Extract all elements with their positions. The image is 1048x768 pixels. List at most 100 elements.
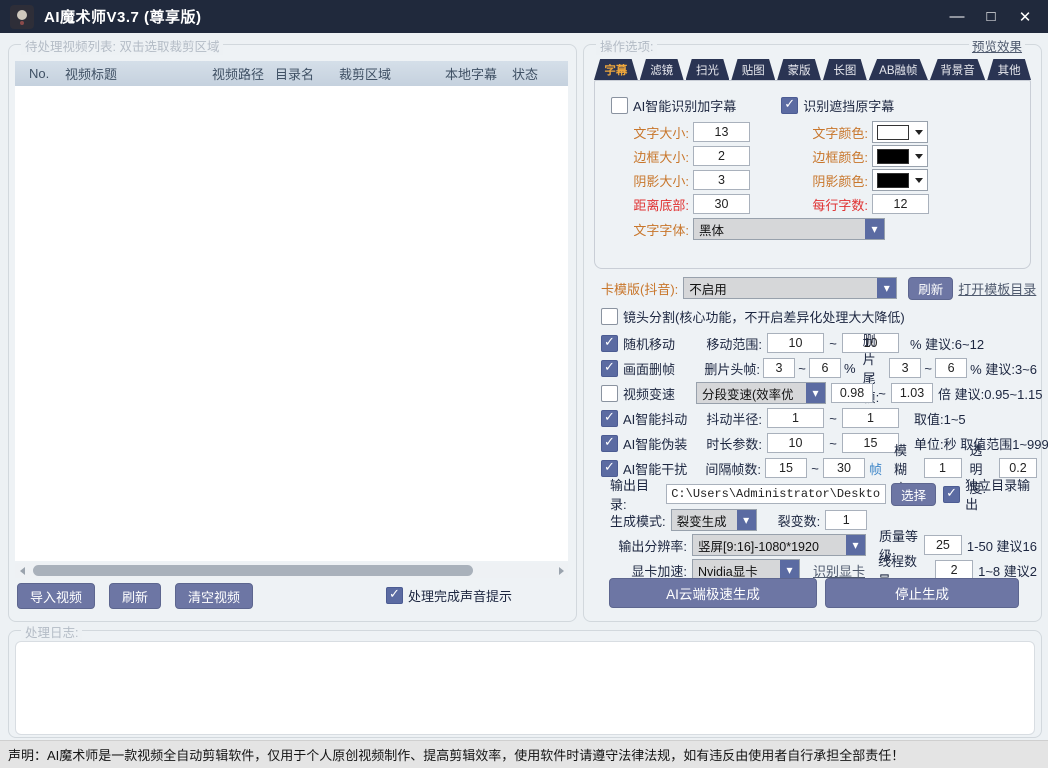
tilde-separator: ~ xyxy=(829,411,837,426)
chevron-down-icon xyxy=(915,154,923,159)
col-dir: 目录名 xyxy=(275,64,339,83)
disclaimer-text: 声明：AI魔术师是一款视频全自动剪辑软件，仅用于个人原创视频制作、提高剪辑效率，… xyxy=(8,745,904,764)
ai-add-subtitle-label: AI智能识别加字幕 xyxy=(633,96,736,115)
tail-frames-to-input[interactable] xyxy=(935,358,967,378)
detect-gpu-link[interactable]: 识别显卡 xyxy=(813,561,865,580)
bottom-distance-input[interactable] xyxy=(693,194,750,214)
scroll-left-arrow-icon[interactable] xyxy=(15,563,29,578)
tab-sweep-light[interactable]: 扫光 xyxy=(686,59,730,80)
tilde-separator: ~ xyxy=(811,461,819,476)
threads-input[interactable] xyxy=(935,560,973,580)
sound-alert-checkbox[interactable] xyxy=(386,587,403,604)
border-size-input[interactable] xyxy=(693,146,750,166)
options-tab-bar: 字幕 滤镜 扫光 贴图 蒙版 长图 AB融帧 背景音 其他 xyxy=(594,59,1031,80)
border-color-dropdown[interactable] xyxy=(872,145,928,167)
shadow-size-label: 阴影大小: xyxy=(611,171,689,190)
frames-unit: 帧 xyxy=(869,459,882,478)
tab-sticker[interactable]: 贴图 xyxy=(731,59,775,80)
row-speed: 视频变速 分段变速(效率优 ~ 倍 建议:0.95~1.15 xyxy=(601,383,1037,403)
frame-delete-checkbox[interactable] xyxy=(601,360,618,377)
template-refresh-button[interactable]: 刷新 xyxy=(908,277,953,300)
bottom-distance-label: 距离底部: xyxy=(611,195,689,214)
refresh-list-button[interactable]: 刷新 xyxy=(109,583,161,609)
jitter-from-input[interactable] xyxy=(767,408,824,428)
stop-generate-button[interactable]: 停止生成 xyxy=(825,578,1019,608)
mask-original-subtitle-checkbox[interactable] xyxy=(781,97,798,114)
disguise-checkbox[interactable] xyxy=(601,435,618,452)
font-select[interactable]: 黑体 xyxy=(693,218,885,240)
mask-original-subtitle-label: 识别遮挡原字幕 xyxy=(803,96,894,115)
move-range-from-input[interactable] xyxy=(767,333,824,353)
scrollbar-thumb[interactable] xyxy=(33,565,473,576)
preview-effect-link[interactable]: 预览效果 xyxy=(969,36,1025,55)
disguise-label: AI智能伪装 xyxy=(623,434,691,453)
interval-to-input[interactable] xyxy=(823,458,865,478)
jitter-checkbox[interactable] xyxy=(601,410,618,427)
scroll-right-arrow-icon[interactable] xyxy=(554,563,568,578)
border-color-label: 边框颜色: xyxy=(790,147,868,166)
choose-dir-button[interactable]: 选择 xyxy=(891,483,936,506)
fission-count-input[interactable] xyxy=(825,510,867,530)
open-template-dir-link[interactable]: 打开模板目录 xyxy=(958,279,1036,298)
close-icon[interactable]: ✕ xyxy=(1008,0,1042,33)
standalone-dir-checkbox[interactable] xyxy=(943,486,960,503)
template-label: 卡模版(抖音): xyxy=(601,279,678,298)
row-template: 卡模版(抖音): 不启用 刷新 打开模板目录 xyxy=(601,278,1037,298)
tab-other[interactable]: 其他 xyxy=(987,59,1031,80)
tilde-separator: ~ xyxy=(829,336,837,351)
cloud-generate-button[interactable]: AI云端极速生成 xyxy=(609,578,817,608)
tilde-separator: ~ xyxy=(878,386,886,401)
video-list-area[interactable] xyxy=(15,86,568,561)
options-group: 操作选项: 预览效果 字幕 滤镜 扫光 贴图 蒙版 长图 AB融帧 背景音 其他… xyxy=(583,44,1042,622)
gpu-label: 显卡加速: xyxy=(601,561,687,580)
maximize-icon[interactable]: □ xyxy=(974,0,1008,33)
output-dir-input[interactable] xyxy=(666,484,886,504)
speed-to-input[interactable] xyxy=(891,383,933,403)
gen-mode-select[interactable]: 裂变生成 xyxy=(671,509,757,531)
chevron-down-icon xyxy=(915,130,923,135)
shot-split-checkbox[interactable] xyxy=(601,308,618,325)
chars-per-line-input[interactable] xyxy=(872,194,929,214)
random-move-checkbox[interactable] xyxy=(601,335,618,352)
duration-to-input[interactable] xyxy=(842,433,899,453)
row-resolution: 输出分辨率: 竖屏[9:16]-1080*1920 质量等级: 1-50 建议1… xyxy=(601,535,1037,555)
horizontal-scrollbar[interactable] xyxy=(15,563,568,578)
speed-checkbox[interactable] xyxy=(601,385,618,402)
interfere-checkbox[interactable] xyxy=(601,460,618,477)
col-title: 视频标题 xyxy=(65,64,212,83)
row-gen-mode: 生成模式: 裂变生成 裂变数: xyxy=(601,510,1037,530)
disclaimer-bar: 声明：AI魔术师是一款视频全自动剪辑软件，仅用于个人原创视频制作、提高剪辑效率，… xyxy=(0,740,1048,768)
shadow-color-dropdown[interactable] xyxy=(872,169,928,191)
log-area[interactable] xyxy=(15,641,1035,735)
col-crop: 裁剪区域 xyxy=(339,64,445,83)
clear-video-button[interactable]: 清空视频 xyxy=(175,583,253,609)
shadow-size-input[interactable] xyxy=(693,170,750,190)
tab-bgm[interactable]: 背景音 xyxy=(930,59,985,80)
tab-subtitle[interactable]: 字幕 xyxy=(594,59,638,80)
tab-filter[interactable]: 滤镜 xyxy=(640,59,684,80)
text-color-dropdown[interactable] xyxy=(872,121,928,143)
tab-mask[interactable]: 蒙版 xyxy=(777,59,821,80)
template-select[interactable]: 不启用 xyxy=(683,277,897,299)
head-frames-from-input[interactable] xyxy=(763,358,795,378)
text-size-input[interactable] xyxy=(693,122,750,142)
minimize-icon[interactable]: — xyxy=(940,0,974,33)
tilde-separator: ~ xyxy=(829,436,837,451)
tab-ab-blend[interactable]: AB融帧 xyxy=(869,59,928,80)
tail-frames-from-input[interactable] xyxy=(889,358,921,378)
resolution-select[interactable]: 竖屏[9:16]-1080*1920 xyxy=(692,534,866,556)
head-frames-to-input[interactable] xyxy=(809,358,841,378)
import-video-button[interactable]: 导入视频 xyxy=(17,583,95,609)
video-list-group-label: 待处理视频列表: 双击选取裁剪区域 xyxy=(21,36,223,55)
speed-mode-select[interactable]: 分段变速(效率优 xyxy=(696,382,826,404)
tab-long-image[interactable]: 长图 xyxy=(823,59,867,80)
duration-from-input[interactable] xyxy=(767,433,824,453)
head-frames-label: 删片头帧: xyxy=(694,359,760,378)
head-frames-unit: % xyxy=(844,361,856,376)
speed-from-input[interactable] xyxy=(831,383,873,403)
ai-add-subtitle-checkbox[interactable] xyxy=(611,97,628,114)
blur-input[interactable] xyxy=(924,458,962,478)
jitter-to-input[interactable] xyxy=(842,408,899,428)
interval-from-input[interactable] xyxy=(765,458,807,478)
chevron-down-icon xyxy=(846,535,865,555)
